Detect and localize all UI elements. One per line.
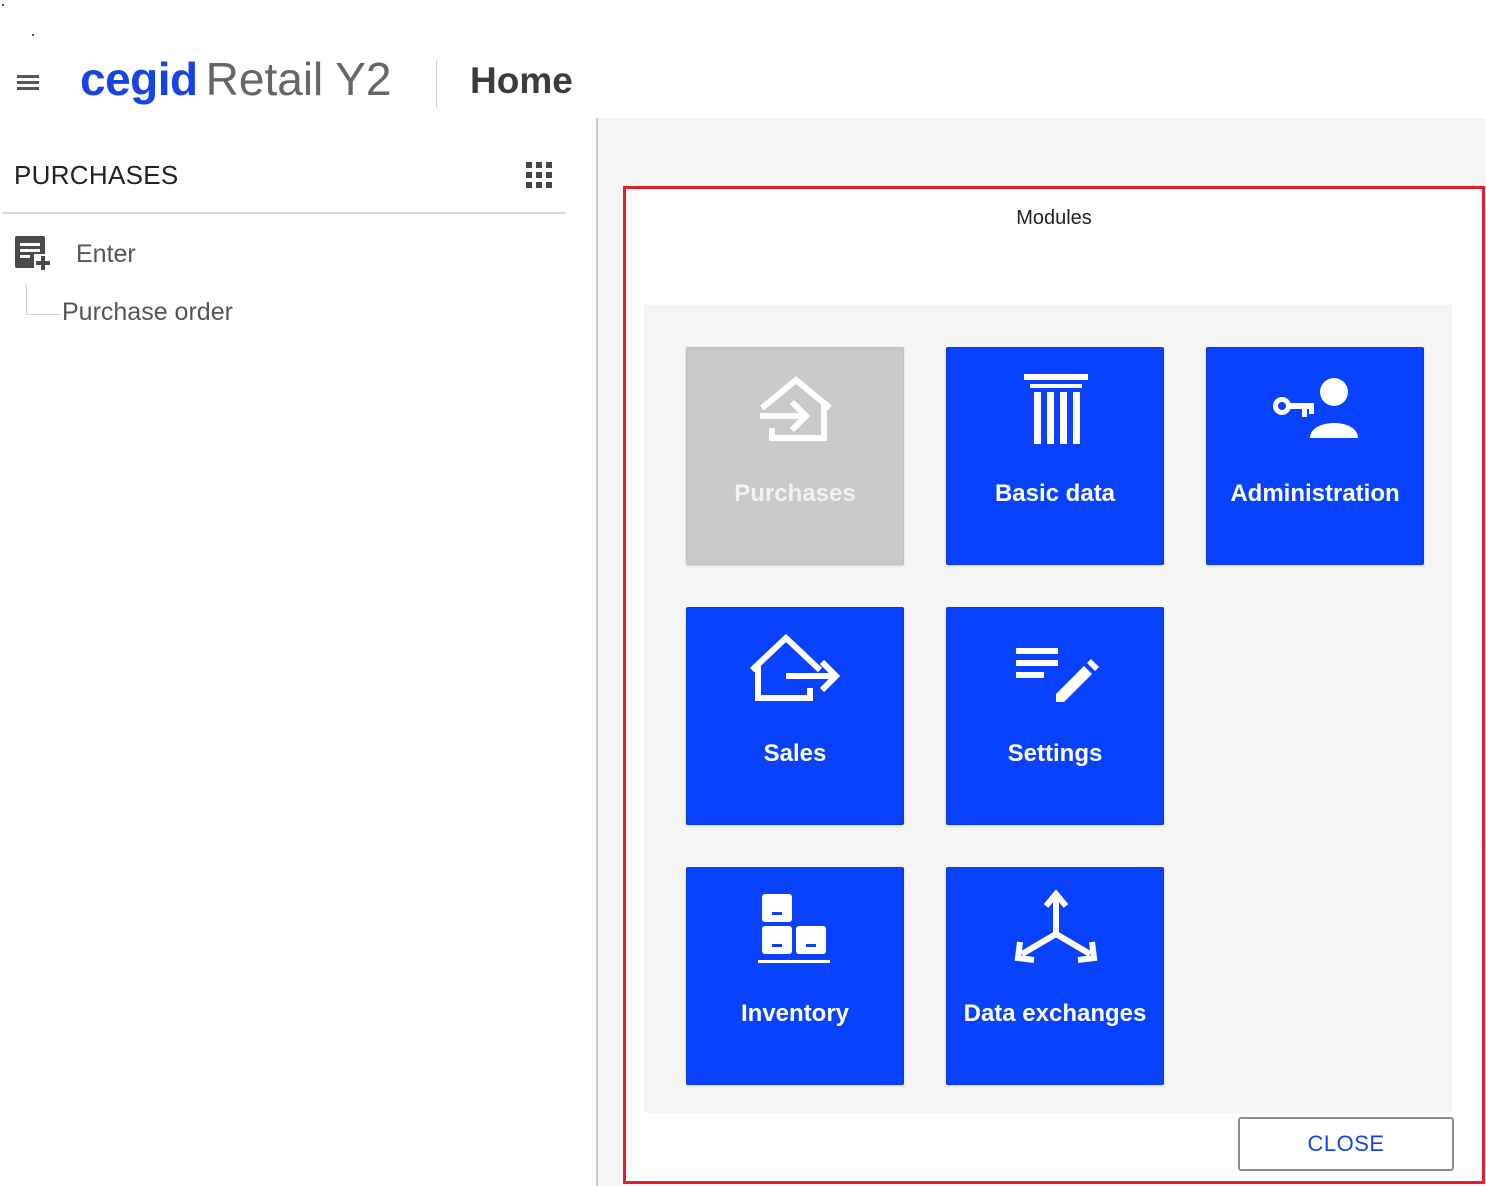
tile-purchases[interactable]: Purchases bbox=[686, 347, 904, 565]
tile-data-exchanges[interactable]: Data exchanges bbox=[946, 867, 1164, 1085]
column-pillar-icon bbox=[1024, 374, 1088, 444]
modules-dialog: Modules Purchases Basic data Administrat… bbox=[623, 186, 1485, 1184]
modules-grid: Purchases Basic data Administration Sale… bbox=[644, 305, 1452, 1113]
dialog-title: Modules bbox=[1016, 207, 1092, 229]
sidebar-module-title: PURCHASES bbox=[14, 160, 179, 190]
app-logo: cegid Retail Y2 bbox=[80, 52, 391, 108]
sidebar-divider bbox=[2, 212, 566, 214]
hamburger-menu-icon[interactable] bbox=[14, 70, 44, 96]
brand-company: cegid bbox=[80, 53, 198, 105]
stacked-boxes-icon bbox=[758, 894, 830, 963]
tile-label: Sales bbox=[763, 740, 827, 767]
page-title: Home bbox=[470, 60, 573, 101]
sidebar: PURCHASES Enter Purchase order bbox=[0, 118, 596, 1186]
tile-label: Data exchanges bbox=[963, 1000, 1147, 1027]
tile-basic-data[interactable]: Basic data bbox=[946, 347, 1164, 565]
tile-inventory[interactable]: Inventory bbox=[686, 867, 904, 1085]
close-button[interactable]: CLOSE bbox=[1238, 1117, 1454, 1171]
sidebar-group-label: Enter bbox=[76, 240, 136, 268]
tile-label: Purchases bbox=[734, 480, 856, 507]
brand-product: Retail Y2 bbox=[205, 53, 392, 105]
header-divider bbox=[436, 60, 437, 108]
tile-label: Settings bbox=[1007, 740, 1103, 767]
tile-label: Basic data bbox=[994, 480, 1116, 507]
key-user-icon bbox=[1273, 378, 1358, 438]
three-way-arrows-icon bbox=[1014, 890, 1098, 963]
tile-settings[interactable]: Settings bbox=[946, 607, 1164, 825]
page: cegid Retail Y2 Home PURCHASES Enter Pur… bbox=[0, 0, 1486, 1186]
apps-grid-icon[interactable] bbox=[524, 160, 554, 190]
sidebar-group-enter[interactable]: Enter bbox=[14, 234, 514, 274]
purchases-inbound-house-icon bbox=[760, 376, 832, 441]
tile-label: Administration bbox=[1230, 480, 1400, 507]
tile-sales[interactable]: Sales bbox=[686, 607, 904, 825]
sales-outbound-house-icon bbox=[749, 633, 841, 701]
sidebar-item-purchase-order[interactable]: Purchase order bbox=[62, 298, 233, 327]
add-document-icon bbox=[15, 236, 52, 272]
tile-label: Inventory bbox=[740, 1000, 850, 1027]
app-header: cegid Retail Y2 Home bbox=[0, 0, 1486, 118]
list-edit-icon bbox=[1016, 648, 1099, 702]
tree-connector bbox=[26, 284, 27, 314]
tree-connector bbox=[26, 314, 60, 315]
tile-administration[interactable]: Administration bbox=[1206, 347, 1424, 565]
